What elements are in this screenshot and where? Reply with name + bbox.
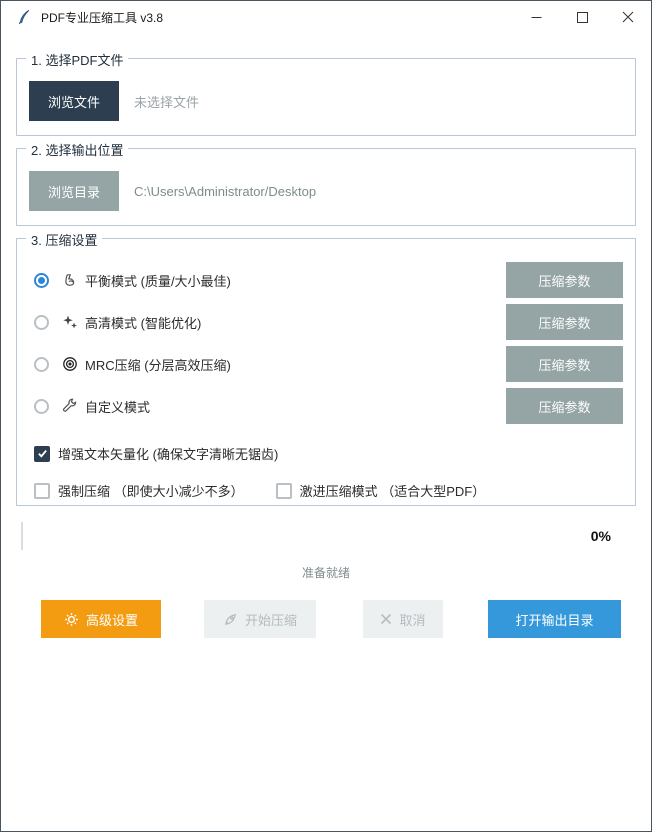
checkbox-text-vectorize[interactable] [34,445,50,462]
radio-custom-mode[interactable] [34,398,49,414]
output-location-group: 2. 选择输出位置 浏览目录 C:\Users\Administrator/De… [16,140,636,226]
compression-settings-group-title: 3. 压缩设置 [26,230,103,249]
advanced-settings-button[interactable]: 高级设置 [41,600,161,638]
gear-icon [64,612,79,627]
radio-hd-mode[interactable] [34,314,49,330]
progress-bar [16,522,591,550]
advanced-settings-label: 高级设置 [85,612,138,628]
mode-row-hd: 高清模式 (智能优化) 压缩参数 [29,301,623,343]
file-status-text: 未选择文件 [134,94,200,110]
output-path-text: C:\Users\Administrator/Desktop [134,183,317,199]
feather-app-icon [16,9,32,25]
compress-params-button-balanced[interactable]: 压缩参数 [506,262,623,298]
cancel-label: 取消 [399,612,426,628]
status-text: 准备就绪 [301,566,350,580]
maximize-icon [576,11,588,23]
mode-label-custom: 自定义模式 [85,399,151,415]
output-location-group-title: 2. 选择输出位置 [26,140,129,159]
maximize-button[interactable] [559,1,605,33]
wrench-icon [62,398,78,414]
muscle-icon [62,272,78,288]
close-icon [622,11,634,23]
start-compress-button[interactable]: 开始压缩 [204,600,316,638]
check-row-vectorize: 增强文本矢量化 (确保文字清晰无锯齿) [29,444,623,463]
open-output-directory-button[interactable]: 打开输出目录 [488,600,621,638]
browse-file-button[interactable]: 浏览文件 [29,81,119,121]
open-output-directory-label: 打开输出目录 [515,612,594,628]
progress-row: 0% [16,522,636,550]
window-title: PDF专业压缩工具 v3.8 [41,10,164,25]
progress-bar-track-edge [21,522,23,550]
radio-balanced-mode[interactable] [34,272,49,288]
browse-directory-button[interactable]: 浏览目录 [29,171,119,211]
radio-mrc-mode[interactable] [34,356,49,372]
start-compress-label: 开始压缩 [244,612,297,628]
checkbox-force-compress[interactable] [34,482,50,499]
checkbox-label-force-compress: 强制压缩 （即使大小减少不多） [58,484,244,499]
rocket-icon [223,612,238,627]
check-row-force-aggressive: 强制压缩 （即使大小减少不多） 激进压缩模式 （适合大型PDF） [29,481,623,500]
mode-row-balanced: 平衡模式 (质量/大小最佳) 压缩参数 [29,259,623,301]
minimize-icon [531,12,542,23]
mode-label-hd: 高清模式 (智能优化) [85,315,202,331]
checkbox-label-aggressive-mode: 激进压缩模式 （适合大型PDF） [299,484,486,499]
compress-params-button-hd[interactable]: 压缩参数 [506,304,623,340]
mode-label-balanced: 平衡模式 (质量/大小最佳) [85,273,231,289]
app-window: PDF专业压缩工具 v3.8 1. 选择PDF文件 浏览文件 未选择文件 2. … [0,0,652,832]
titlebar: PDF专业压缩工具 v3.8 [1,1,651,33]
mode-row-mrc: MRC压缩 (分层高效压缩) 压缩参数 [29,343,623,385]
x-icon [380,613,392,625]
compression-settings-group: 3. 压缩设置 平衡模式 (质量/大小最佳) 压缩参数 高清模式 (智能优化) … [16,230,636,506]
progress-percent: 0% [590,528,611,544]
cancel-button[interactable]: 取消 [363,600,443,638]
mode-label-mrc: MRC压缩 (分层高效压缩) [85,357,231,373]
target-icon [62,356,78,372]
minimize-button[interactable] [513,1,559,33]
checkbox-aggressive-mode[interactable] [275,482,292,499]
checkbox-label-text-vectorize: 增强文本矢量化 (确保文字清晰无锯齿) [58,447,279,462]
action-bar: 高级设置 开始压缩 取消 打开输出目录 [16,600,636,638]
select-file-group: 1. 选择PDF文件 浏览文件 未选择文件 [16,50,636,136]
compress-params-button-mrc[interactable]: 压缩参数 [506,346,623,382]
select-file-group-title: 1. 选择PDF文件 [26,50,129,69]
sparkles-icon [62,314,78,330]
close-button[interactable] [605,1,651,33]
compress-params-button-custom[interactable]: 压缩参数 [506,388,623,424]
mode-row-custom: 自定义模式 压缩参数 [29,385,623,427]
